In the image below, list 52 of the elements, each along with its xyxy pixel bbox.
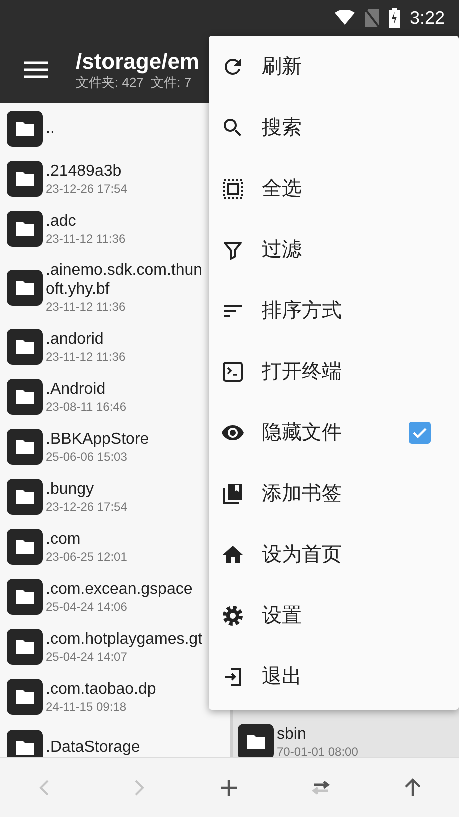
checkbox[interactable]	[409, 422, 431, 444]
folder-name: ..	[46, 119, 55, 138]
folder-icon	[7, 329, 43, 365]
folder-name: .com.taobao.dp	[46, 680, 156, 698]
folder-name: .andorid	[46, 330, 105, 348]
clock: 3:22	[410, 6, 445, 30]
folder-name: .Android	[46, 380, 107, 398]
folder-icon	[7, 479, 43, 515]
folder-count: 文件夹: 427 文件: 7	[76, 74, 193, 90]
folder-icon	[7, 270, 43, 306]
no-sim-icon	[364, 9, 379, 27]
folder-icon	[7, 110, 43, 146]
folder-name: .BBKAppStore	[46, 430, 150, 448]
modified-date: 23-11-12 11:36	[46, 348, 126, 364]
bookmark-icon	[221, 482, 245, 506]
folder-name: sbin	[277, 724, 308, 744]
modified-date: 70-01-01 08:00	[277, 744, 358, 757]
modified-date: 23-06-25 12:01	[46, 548, 128, 564]
modified-date: 23-11-12 11:36	[46, 299, 127, 315]
folder-name: .adc	[46, 212, 78, 230]
folder-name: .bungy	[46, 480, 96, 498]
folder-icon	[7, 629, 43, 665]
menu-item[interactable]: 刷新	[209, 36, 459, 97]
folder-icon	[7, 379, 43, 415]
modified-date: 23-11-12 11:36	[46, 230, 126, 246]
select-all-icon	[221, 176, 245, 200]
menu-icon[interactable]	[24, 60, 48, 78]
modified-date: 25-06-06 15:03	[46, 448, 128, 464]
path-title: /storage/em	[76, 48, 200, 74]
terminal-icon	[221, 360, 245, 384]
folder-name: .com.excean.gspace	[46, 580, 193, 598]
folder-icon	[7, 429, 43, 465]
battery-charging-icon	[388, 8, 400, 28]
modified-date: 25-04-24 14:06	[46, 598, 128, 614]
folder-name: .com.hotplaygames.gt	[46, 630, 203, 648]
modified-date: 23-12-26 17:54	[46, 180, 128, 196]
folder-name: .21489a3b	[46, 162, 123, 180]
modified-date: 23-12-26 17:54	[46, 498, 128, 514]
folder-icon	[7, 161, 43, 197]
folder-icon	[7, 211, 43, 247]
folder-icon	[7, 529, 43, 565]
folder-icon	[7, 679, 43, 715]
settings-icon	[221, 604, 245, 628]
modified-date: 23-08-11 16:46	[46, 398, 127, 414]
folder-name: .DataStorage	[46, 738, 140, 757]
modified-date: 25-04-24 14:07	[46, 648, 128, 664]
modified-date: 24-11-15 09:18	[46, 698, 128, 714]
folder-name: .com	[46, 530, 82, 548]
folder-icon	[7, 579, 43, 615]
wifi-icon	[334, 10, 355, 26]
folder-row[interactable]: sbin 70-01-01 08:00	[233, 717, 459, 757]
folder-name: .ainemo.sdk.com.thun oft.yhy.bf	[46, 261, 203, 299]
